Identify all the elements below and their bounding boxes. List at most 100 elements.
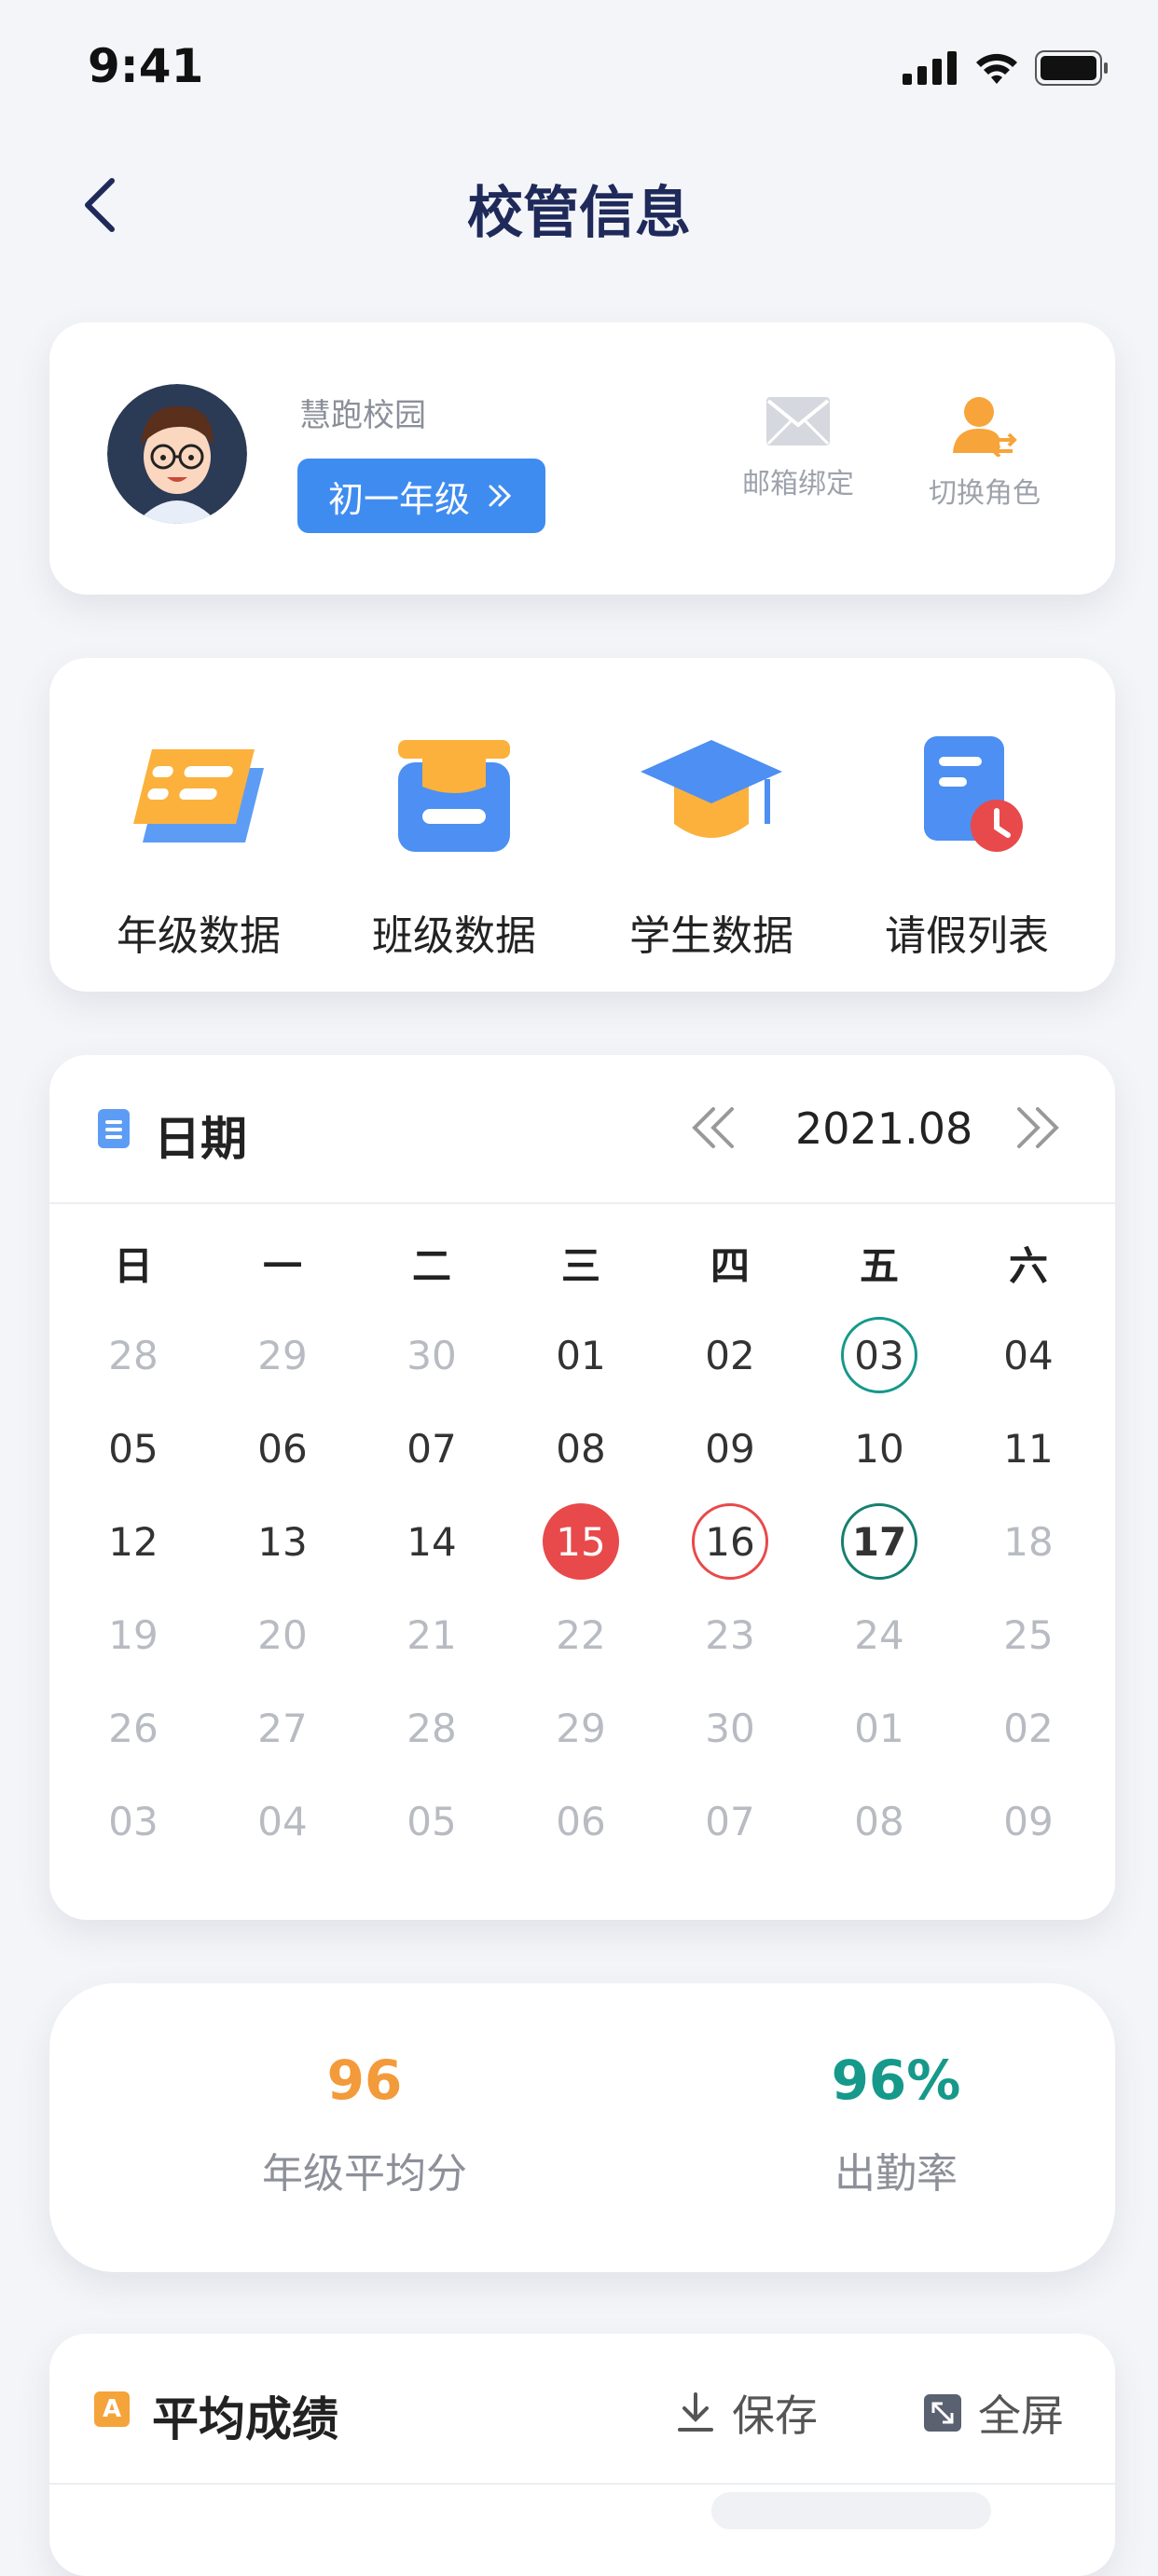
calendar-day[interactable]: 19 (95, 1596, 172, 1673)
attendance-stat: 96% 出勤率 (710, 2048, 1082, 2199)
calendar-day[interactable]: 09 (990, 1783, 1067, 1859)
next-month-button[interactable] (1012, 1103, 1064, 1156)
calendar-day-today[interactable]: 17 (841, 1503, 917, 1580)
score-icon: A (94, 2391, 130, 2427)
calendar-day[interactable]: 03 (95, 1783, 172, 1859)
fullscreen-button[interactable]: 全屏 (924, 2382, 1064, 2444)
calendar-day[interactable]: 29 (543, 1690, 619, 1766)
battery-icon (1035, 50, 1108, 86)
switch-user-icon (953, 397, 1017, 457)
save-button[interactable]: 保存 (676, 2382, 818, 2444)
calendar-day-marked[interactable]: 03 (841, 1317, 917, 1393)
grade-data-icon (133, 749, 264, 843)
school-name: 慧跑校园 (299, 397, 426, 434)
calendar-day[interactable]: 04 (990, 1317, 1067, 1393)
grade-selector-button[interactable]: 初一年级 (297, 459, 545, 533)
calendar-day[interactable]: 18 (990, 1503, 1067, 1580)
calendar-day[interactable]: 20 (244, 1596, 321, 1673)
calendar-day[interactable]: 14 (393, 1503, 470, 1580)
double-chevron-right-icon (1017, 1107, 1059, 1148)
calendar-day[interactable]: 07 (393, 1410, 470, 1487)
avatar[interactable] (107, 384, 247, 524)
calendar-day[interactable]: 08 (543, 1410, 619, 1487)
switch-role-label: 切换角色 (929, 477, 1041, 510)
calendar-day[interactable]: 11 (990, 1410, 1067, 1487)
calendar-day[interactable]: 26 (95, 1690, 172, 1766)
feature-grade-data[interactable]: 年级数据 (87, 731, 310, 962)
calendar-month: 2021.08 (795, 1103, 973, 1154)
feature-leave-list[interactable]: 请假列表 (855, 731, 1079, 962)
email-bind-button[interactable]: 邮箱绑定 (728, 395, 868, 501)
calendar-day[interactable]: 28 (393, 1690, 470, 1766)
feature-class-label: 班级数据 (372, 912, 536, 960)
weekday-row: 日 一 二 三 四 五 六 (59, 1225, 1103, 1309)
calendar-day[interactable]: 13 (244, 1503, 321, 1580)
calendar-day[interactable]: 06 (543, 1783, 619, 1859)
avatar-illustration (107, 384, 247, 524)
page-title: 校管信息 (467, 181, 691, 246)
weekday-label: 五 (859, 1243, 899, 1289)
calendar-day[interactable]: 05 (95, 1410, 172, 1487)
calendar-day[interactable]: 29 (244, 1317, 321, 1393)
weekday-label: 一 (262, 1243, 302, 1289)
calendar-day[interactable]: 22 (543, 1596, 619, 1673)
avg-score-value: 96 (326, 2048, 403, 2112)
weekday-label: 三 (560, 1243, 600, 1289)
avg-score-stat: 96 年级平均分 (178, 2048, 551, 2199)
calendar-day[interactable]: 02 (692, 1317, 768, 1393)
calendar-day[interactable]: 24 (841, 1596, 917, 1673)
double-chevron-left-icon (692, 1107, 734, 1148)
calendar-day[interactable]: 28 (95, 1317, 172, 1393)
fullscreen-label: 全屏 (978, 2391, 1064, 2441)
double-chevron-right-icon (489, 485, 512, 507)
calendar-day-selected[interactable]: 15 (543, 1503, 619, 1580)
feature-grid: 年级数据 班级数据 学生数据 请假列表 (49, 658, 1115, 992)
weekday-label: 六 (1008, 1243, 1048, 1289)
calendar-day-marked[interactable]: 16 (692, 1503, 768, 1580)
status-time: 9:41 (88, 39, 204, 93)
feature-student-data[interactable]: 学生数据 (600, 731, 823, 962)
calendar-day[interactable]: 12 (95, 1503, 172, 1580)
tab-chip[interactable] (711, 2492, 991, 2529)
save-label: 保存 (732, 2391, 818, 2441)
calendar-day[interactable]: 10 (841, 1410, 917, 1487)
graduation-cap-icon (641, 740, 782, 838)
calendar-day[interactable]: 08 (841, 1783, 917, 1859)
week-row: 12 13 14 15 16 17 18 (59, 1495, 1103, 1588)
class-data-icon (398, 740, 510, 852)
switch-role-button[interactable]: 切换角色 (915, 395, 1055, 511)
calendar-day[interactable]: 27 (244, 1690, 321, 1766)
feature-class-data[interactable]: 班级数据 (342, 731, 566, 962)
calendar-day[interactable]: 23 (692, 1596, 768, 1673)
feature-grade-label: 年级数据 (117, 912, 281, 960)
calendar-day[interactable]: 06 (244, 1410, 321, 1487)
prev-month-button[interactable] (687, 1103, 739, 1156)
grade-label: 初一年级 (327, 478, 470, 520)
attendance-label: 出勤率 (834, 2150, 958, 2198)
signal-icon (903, 51, 957, 85)
weekday-label: 日 (113, 1243, 153, 1289)
calendar-day[interactable]: 30 (692, 1690, 768, 1766)
calendar-day[interactable]: 09 (692, 1410, 768, 1487)
calendar-title: 日期 (154, 1112, 247, 1166)
calendar-day[interactable]: 25 (990, 1596, 1067, 1673)
status-icons (903, 50, 1110, 86)
weekday-label: 四 (710, 1243, 750, 1289)
leave-list-icon (924, 736, 1023, 852)
download-icon (678, 2392, 713, 2432)
feature-leave-label: 请假列表 (885, 912, 1049, 960)
calendar-day[interactable]: 05 (393, 1783, 470, 1859)
calendar-day[interactable]: 30 (393, 1317, 470, 1393)
calendar-day[interactable]: 07 (692, 1783, 768, 1859)
week-row: 26 27 28 29 30 01 02 (59, 1681, 1103, 1774)
calendar-day[interactable]: 02 (990, 1690, 1067, 1766)
average-title: 平均成绩 (152, 2392, 338, 2446)
calendar-day[interactable]: 01 (841, 1690, 917, 1766)
divider (49, 2483, 1115, 2485)
feature-student-label: 学生数据 (629, 912, 793, 960)
calendar-day[interactable]: 04 (244, 1783, 321, 1859)
email-bind-label: 邮箱绑定 (742, 468, 854, 500)
calendar-doc-icon (98, 1109, 130, 1148)
calendar-day[interactable]: 01 (543, 1317, 619, 1393)
calendar-day[interactable]: 21 (393, 1596, 470, 1673)
